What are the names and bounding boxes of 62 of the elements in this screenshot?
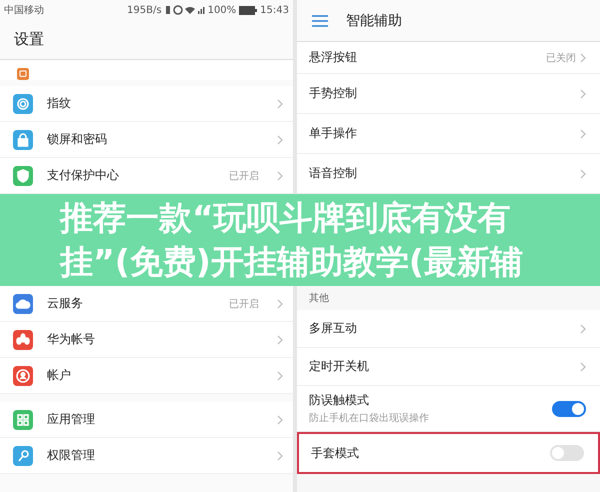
chevron-icon: [580, 362, 586, 372]
status-value: 已开启: [229, 170, 259, 182]
item-label: 应用管理: [47, 411, 95, 428]
chevron-icon: [580, 52, 586, 62]
item-label: 锁屏和密码: [47, 131, 107, 148]
item-label: 语音控制: [309, 165, 358, 182]
headline-text: 推荐一款“玩呗斗牌到底有没有: [60, 197, 511, 239]
item-label: 单手操作: [309, 125, 358, 142]
settings-item[interactable]: 手套模式: [297, 432, 600, 474]
toggle-switch[interactable]: [550, 445, 584, 461]
settings-item[interactable]: 权限管理: [0, 438, 293, 474]
toggle-switch[interactable]: [552, 400, 586, 416]
menu-icon[interactable]: [312, 14, 328, 26]
settings-item[interactable]: 悬浮按钮 已关闭: [297, 42, 600, 74]
item-label: 云服务: [47, 295, 83, 312]
chevron-icon: [580, 128, 586, 138]
settings-item[interactable]: 定时开关机: [297, 348, 600, 386]
clock: 15:43: [260, 4, 289, 16]
chevron-icon: [277, 134, 283, 144]
settings-item[interactable]: 多屏互动: [297, 310, 600, 348]
status-value: 已关闭: [546, 52, 576, 64]
screen-title: 设置: [14, 30, 44, 49]
chevron-icon: [580, 88, 586, 98]
settings-item[interactable]: 防误触模式 防止手机在口袋出现误操作: [297, 386, 600, 432]
chevron-icon: [277, 170, 283, 180]
chevron-icon: [277, 414, 283, 424]
chevron-icon: [277, 98, 283, 108]
item-description: 防止手机在口袋出现误操作: [309, 412, 430, 425]
settings-item[interactable]: 锁屏和密码: [0, 122, 293, 158]
carrier-label: 中国移动: [4, 4, 44, 17]
item-label: 手套模式: [311, 444, 360, 462]
status-value: 已开启: [229, 298, 259, 310]
headline-text: 挂”(免费)开挂辅助教学(最新辅: [60, 241, 523, 283]
settings-item[interactable]: 单手操作: [297, 114, 600, 154]
item-label: 定时开关机: [309, 358, 370, 375]
chevron-icon: [277, 334, 283, 344]
item-label: 指纹: [47, 95, 71, 112]
item-label: 防误触模式: [309, 392, 370, 409]
settings-item[interactable]: 华为帐号: [0, 322, 293, 358]
chevron-icon: [580, 168, 586, 178]
chevron-icon: [277, 450, 283, 460]
status-icons: [164, 5, 205, 15]
item-label: 手势控制: [309, 85, 358, 102]
battery-icon: [239, 6, 258, 14]
screen-title: 智能辅助: [346, 12, 402, 30]
section-header: 其他: [309, 292, 329, 305]
settings-item[interactable]: 指纹: [0, 86, 293, 122]
item-label: 支付保护中心: [47, 167, 119, 184]
settings-item[interactable]: 手势控制: [297, 74, 600, 114]
chevron-icon: [277, 298, 283, 308]
item-label: 权限管理: [47, 447, 95, 464]
item-label: 悬浮按钮: [309, 49, 358, 66]
network-speed: 195B/s: [127, 4, 162, 16]
item-label: 多屏互动: [309, 320, 358, 337]
battery-percent: 100%: [208, 4, 236, 16]
settings-item[interactable]: 云服务 已开启: [0, 286, 293, 322]
chevron-icon: [580, 324, 586, 334]
settings-item[interactable]: 应用管理: [0, 402, 293, 438]
settings-item[interactable]: 帐户: [0, 358, 293, 394]
item-label: 帐户: [47, 367, 71, 384]
chevron-icon: [277, 370, 283, 380]
item-label: 华为帐号: [47, 331, 95, 348]
